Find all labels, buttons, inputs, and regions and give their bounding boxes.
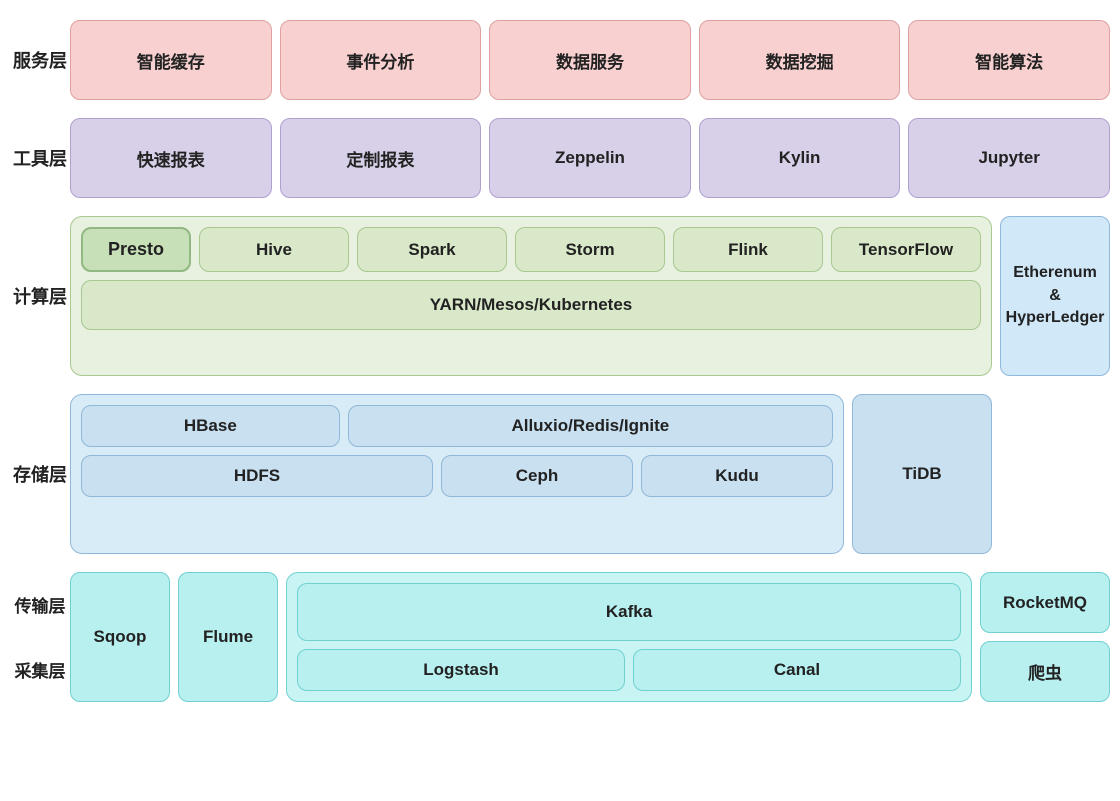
tc-content: Sqoop Flume Kafka Logstash Canal RocketM… [70,572,1110,702]
compute-tensorflow: TensorFlow [831,227,981,272]
service-item-1: 事件分析 [280,20,482,100]
sqoop-box: Sqoop [70,572,170,702]
compute-top-row: Presto Hive Spark Storm Flink TensorFlow [81,227,981,272]
flume-box: Flume [178,572,278,702]
blockchain-text: Etherenum&HyperLedger [1006,262,1105,329]
compute-hive: Hive [199,227,349,272]
compute-storm: Storm [515,227,665,272]
storage-label: 存储层 [10,394,70,554]
yarn-box: YARN/Mesos/Kubernetes [81,280,981,330]
tools-item-1: 定制报表 [280,118,482,198]
tools-item-4: Jupyter [908,118,1110,198]
presto-box: Presto [81,227,191,272]
canal-box: Canal [633,649,961,691]
storage-content: HBase Alluxio/Redis/Ignite HDFS Ceph Kud… [70,394,1110,554]
rocketmq-box: RocketMQ [980,572,1110,633]
transport-label: 传输层 [10,572,70,637]
storage-layer: 存储层 HBase Alluxio/Redis/Ignite HDFS Ceph… [10,394,1110,554]
crawler-box: 爬虫 [980,641,1110,702]
tc-left-items: Sqoop Flume [70,572,278,702]
service-content: 智能缓存 事件分析 数据服务 数据挖掘 智能算法 [70,20,1110,100]
transport-collect-layer: 传输层 采集层 Sqoop Flume Kafka Logstash Canal… [10,572,1110,702]
collect-label: 采集层 [10,637,70,702]
service-item-4: 智能算法 [908,20,1110,100]
hdfs-box: HDFS [81,455,433,497]
compute-spark: Spark [357,227,507,272]
compute-group: Presto Hive Spark Storm Flink TensorFlow… [70,216,992,376]
tools-item-2: Zeppelin [489,118,691,198]
compute-bottom-row: YARN/Mesos/Kubernetes [81,280,981,330]
kafka-box: Kafka [297,583,961,641]
service-item-0: 智能缓存 [70,20,272,100]
service-item-2: 数据服务 [489,20,691,100]
compute-top-items: Hive Spark Storm Flink TensorFlow [199,227,981,272]
architecture-diagram: 服务层 智能缓存 事件分析 数据服务 数据挖掘 智能算法 工具层 快速报表 定制… [10,20,1110,702]
storage-top-row: HBase Alluxio/Redis/Ignite [81,405,833,447]
blockchain-box: Etherenum&HyperLedger [1000,216,1110,376]
storage-bottom-row: HDFS Ceph Kudu [81,455,833,497]
kudu-box: Kudu [641,455,833,497]
tools-layer: 工具层 快速报表 定制报表 Zeppelin Kylin Jupyter [10,118,1110,198]
compute-content: Presto Hive Spark Storm Flink TensorFlow… [70,216,1110,376]
logstash-box: Logstash [297,649,625,691]
service-item-3: 数据挖掘 [699,20,901,100]
service-layer: 服务层 智能缓存 事件分析 数据服务 数据挖掘 智能算法 [10,20,1110,100]
tc-bottom-row: Logstash Canal [297,649,961,691]
tools-item-0: 快速报表 [70,118,272,198]
tc-label-col: 传输层 采集层 [10,572,70,702]
tools-item-3: Kylin [699,118,901,198]
storage-group: HBase Alluxio/Redis/Ignite HDFS Ceph Kud… [70,394,844,554]
compute-layer: 计算层 Presto Hive Spark Storm Flink Tensor… [10,216,1110,376]
tools-label: 工具层 [10,118,70,198]
storage-blockchain-spacer [1000,394,1110,554]
alluxio-box: Alluxio/Redis/Ignite [348,405,833,447]
compute-flink: Flink [673,227,823,272]
tc-middle-group: Kafka Logstash Canal [286,572,972,702]
tc-right-group: RocketMQ 爬虫 [980,572,1110,702]
ceph-box: Ceph [441,455,633,497]
hbase-box: HBase [81,405,340,447]
compute-label: 计算层 [10,216,70,376]
tools-content: 快速报表 定制报表 Zeppelin Kylin Jupyter [70,118,1110,198]
service-label: 服务层 [10,20,70,100]
tidb-box: TiDB [852,394,992,554]
